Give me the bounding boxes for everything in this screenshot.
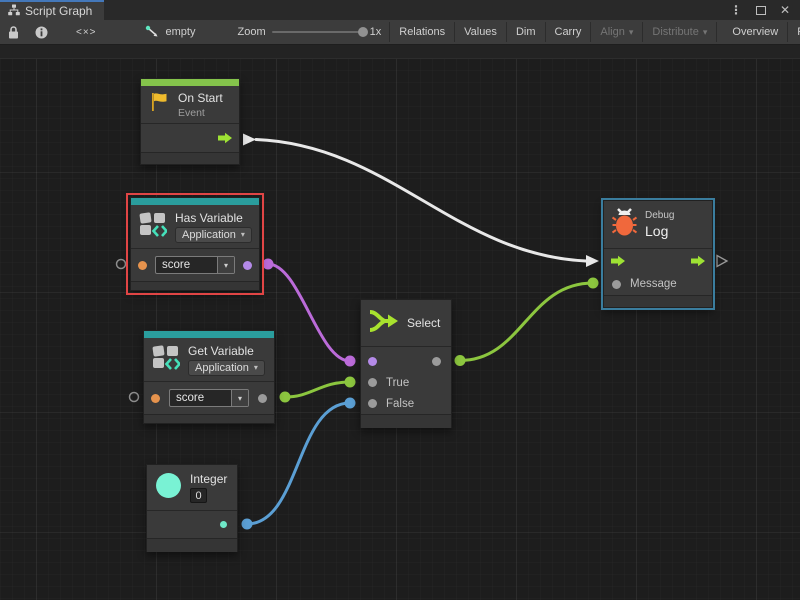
dim-button[interactable]: Dim xyxy=(507,20,545,44)
full-screen-button[interactable]: Full Screen xyxy=(788,20,800,44)
node-debug-log[interactable]: Debug Log Message xyxy=(603,200,713,308)
variable-strip xyxy=(144,331,274,338)
node-title: Get Variable xyxy=(188,344,265,358)
tab-script-graph[interactable]: Script Graph xyxy=(0,0,104,20)
close-icon[interactable]: ✕ xyxy=(780,4,790,16)
flag-icon xyxy=(149,91,170,118)
variable-name-dropdown[interactable]: score ▾ xyxy=(155,256,235,274)
node-has-variable[interactable]: Has Variable Application score ▾ xyxy=(130,197,260,291)
bool-output-port[interactable] xyxy=(243,261,252,270)
variable-name-value: score xyxy=(170,390,231,406)
lock-icon xyxy=(8,26,19,39)
distribute-dropdown[interactable]: Distribute xyxy=(643,20,716,44)
control-input-port[interactable] xyxy=(610,255,626,267)
graph-toolbar: <×> empty Zoom 1x Relations Values Dim C… xyxy=(0,20,800,45)
carry-button[interactable]: Carry xyxy=(546,20,591,44)
selection-status: empty xyxy=(135,20,206,44)
value-hint-circle-getvar xyxy=(130,393,139,402)
selection-output-port[interactable] xyxy=(432,357,441,366)
message-input-port[interactable] xyxy=(612,280,621,289)
info-icon xyxy=(35,26,48,39)
lock-button[interactable] xyxy=(0,20,27,44)
values-button[interactable]: Values xyxy=(455,20,506,44)
node-select[interactable]: Select True False xyxy=(360,299,452,428)
name-input-port[interactable] xyxy=(138,261,147,270)
zoom-value: 1x xyxy=(370,26,382,38)
variable-scope-value: Application xyxy=(195,362,249,374)
zoom-slider[interactable] xyxy=(272,31,364,33)
value-output-port[interactable] xyxy=(258,394,267,403)
node-title: On Start xyxy=(178,91,223,105)
integer-value-field[interactable]: 0 xyxy=(190,488,207,503)
wire-select-to-log-message xyxy=(455,278,599,367)
variable-name-dropdown[interactable]: score ▾ xyxy=(169,389,249,407)
relations-button[interactable]: Relations xyxy=(390,20,454,44)
zoom-control: Zoom 1x xyxy=(230,20,390,44)
pointer-icon xyxy=(145,25,160,39)
zoom-slider-handle[interactable] xyxy=(358,27,368,37)
name-input-port[interactable] xyxy=(151,394,160,403)
integer-icon xyxy=(155,472,182,504)
node-integer[interactable]: Integer 0 xyxy=(146,464,238,552)
toolbar-right-group: Relations Values Dim Carry Align Distrib… xyxy=(389,20,800,44)
condition-input-port[interactable] xyxy=(368,357,377,366)
graph-canvas[interactable]: On Start Event Has Variable Application xyxy=(0,45,800,600)
variable-scope-dropdown[interactable]: Application xyxy=(175,227,252,243)
wire-onstart-to-log xyxy=(243,134,599,268)
integer-output-port[interactable] xyxy=(220,521,227,528)
overview-button[interactable]: Overview xyxy=(723,20,787,44)
node-title: Select xyxy=(407,316,440,330)
info-button[interactable] xyxy=(27,20,56,44)
node-get-variable[interactable]: Get Variable Application score ▾ xyxy=(143,330,275,424)
true-port-label: True xyxy=(386,377,409,389)
false-input-port[interactable] xyxy=(368,399,377,408)
canvas-top-strip xyxy=(0,45,800,59)
variable-strip xyxy=(131,198,259,205)
node-on-start[interactable]: On Start Event xyxy=(140,78,240,165)
variable-icon xyxy=(152,344,180,375)
selection-status-text: empty xyxy=(166,26,196,38)
fit-icon: <×> xyxy=(76,27,97,38)
select-icon xyxy=(369,308,399,339)
graph-icon xyxy=(8,4,20,19)
zoom-label: Zoom xyxy=(238,26,266,38)
control-hint-triangle-log xyxy=(717,256,727,267)
tab-bar: Script Graph ⋮ ✕ xyxy=(0,0,800,20)
node-subtitle: Event xyxy=(178,107,223,119)
variable-scope-value: Application xyxy=(182,229,236,241)
variable-name-value: score xyxy=(156,257,217,273)
chevron-down-icon[interactable]: ▾ xyxy=(217,257,234,273)
true-input-port[interactable] xyxy=(368,378,377,387)
zoom-to-fit-button[interactable]: <×> xyxy=(56,20,117,44)
script-graph-window: Script Graph ⋮ ✕ <×> empty Zoom xyxy=(0,0,800,600)
wire-getvar-to-select-true xyxy=(280,377,356,403)
node-category: Debug xyxy=(645,210,674,221)
false-port-label: False xyxy=(386,398,414,410)
message-port-label: Message xyxy=(630,278,677,290)
node-title: Integer xyxy=(190,472,227,486)
control-output-port[interactable] xyxy=(690,255,706,267)
align-dropdown[interactable]: Align xyxy=(591,20,642,44)
maximize-icon[interactable] xyxy=(756,6,766,15)
wire-hasvar-to-select xyxy=(263,259,356,367)
node-title: Has Variable xyxy=(175,211,252,225)
variable-scope-dropdown[interactable]: Application xyxy=(188,360,265,376)
tab-label: Script Graph xyxy=(25,4,92,18)
value-hint-circle-hasvar xyxy=(117,260,126,269)
window-menu-icon[interactable]: ⋮ xyxy=(730,4,742,16)
window-controls: ⋮ ✕ xyxy=(730,0,800,20)
node-title: Log xyxy=(645,223,674,239)
control-output-port[interactable] xyxy=(217,132,233,144)
event-strip xyxy=(141,79,239,86)
bug-icon xyxy=(612,207,637,242)
variable-icon xyxy=(139,211,167,242)
chevron-down-icon[interactable]: ▾ xyxy=(231,390,248,406)
